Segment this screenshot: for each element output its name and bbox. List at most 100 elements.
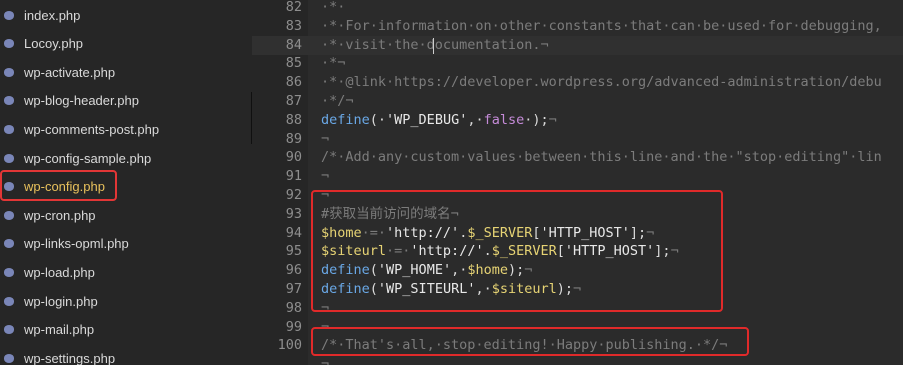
file-label: wp-config-sample.php <box>24 150 152 166</box>
code-line[interactable]: 99 ¬ <box>252 318 903 337</box>
code-token: $_SERVER <box>491 243 557 260</box>
code-line[interactable]: 87 ·*/¬ <box>252 92 903 111</box>
code-token: ); <box>556 281 574 297</box>
code-token: 'http://' <box>386 224 460 241</box>
line-number: 91 <box>285 168 302 185</box>
line-number: 84 <box>285 36 302 53</box>
line-code: ¬ <box>321 186 329 205</box>
code-token: $home <box>467 262 508 279</box>
line-code: ·*·@link·https://developer.wordpress.org… <box>321 73 882 92</box>
line-number: 92 <box>285 187 302 203</box>
file-item[interactable]: wp-cron.php <box>0 201 252 229</box>
code-line[interactable]: 94 $home·=·'http://'.$_SERVER['HTTP_HOST'… <box>252 224 903 243</box>
code-line[interactable]: 100 /*·That's·all,·stop·editing!·Happy·pu… <box>252 336 903 355</box>
line-number: 82 <box>285 0 302 15</box>
code-line[interactable]: 90 /*·Add·any·custom·values·between·this·… <box>252 148 903 167</box>
line-number: 94 <box>285 224 302 241</box>
code-token: ¬ <box>321 356 330 365</box>
php-elephant-icon <box>4 124 14 134</box>
code-line[interactable]: 97 define('WP_SITEURL',·$siteurl);¬ <box>252 280 903 299</box>
line-code: ¬ <box>321 167 329 186</box>
code-token: false <box>483 111 525 128</box>
line-code: define('WP_HOME',·$home);¬ <box>321 261 532 280</box>
file-item[interactable]: wp-login.php <box>0 287 252 315</box>
line-code: ·*¬ <box>321 54 345 73</box>
code-line[interactable]: 85 ·*¬ <box>252 54 903 73</box>
code-token: ·*¬ <box>321 55 346 72</box>
file-item[interactable]: wp-config.php <box>0 173 252 201</box>
file-label: wp-mail.php <box>24 322 95 338</box>
php-elephant-icon <box>4 325 14 335</box>
line-number: 85 <box>285 55 302 72</box>
line-code: ¬ <box>321 318 329 337</box>
line-number: 87 <box>285 93 302 109</box>
code-token: ¬ <box>321 318 330 335</box>
php-elephant-icon <box>4 210 14 220</box>
code-line[interactable]: 84 ·*·visit·the·documentation.¬ <box>252 35 903 55</box>
file-item[interactable]: wp-blog-header.php <box>0 87 252 115</box>
file-item[interactable]: wp-settings.php <box>0 344 252 365</box>
file-item[interactable]: wp-load.php <box>0 258 252 286</box>
code-token: ·); <box>524 111 549 128</box>
file-item[interactable]: wp-comments-post.php <box>0 115 252 143</box>
code-token: /*·That's·all,·stop·editing!·Happy·publi… <box>321 337 728 354</box>
code-line[interactable]: 92 ¬ <box>252 186 903 205</box>
code-line[interactable]: 88 define(·'WP_DEBUG',·false·);¬ <box>252 111 903 130</box>
line-code: ¬ <box>321 355 329 365</box>
code-line[interactable]: 93 #获取当前访问的域名¬ <box>252 205 903 224</box>
code-editor[interactable]: 82 ·*· 83 ·*·For·information·on·other·const… <box>252 0 903 365</box>
code-line[interactable]: 82 ·*· <box>252 0 903 17</box>
code-line[interactable]: 86 ·*·@link·https://developer.wordpress.o… <box>252 73 903 92</box>
code-token: 'HTTP_HOST' <box>564 243 655 260</box>
code-token: ¬ <box>321 299 330 316</box>
file-item[interactable]: wp-mail.php <box>0 316 252 344</box>
code-token: ¬ <box>321 187 330 203</box>
file-item[interactable]: wp-activate.php <box>0 58 252 86</box>
line-code: ·*· <box>321 0 345 17</box>
code-token: $_SERVER <box>467 224 533 241</box>
code-token: ·*· <box>321 0 346 15</box>
code-token: [ <box>556 243 565 260</box>
code-line[interactable]: 95 $siteurl·=·'http://'.$_SERVER['HTTP_HO… <box>252 242 903 261</box>
code-token: $siteurl <box>491 281 557 297</box>
line-code: ¬ <box>321 299 329 318</box>
file-label: wp-login.php <box>24 293 98 309</box>
code-line[interactable]: ¬ <box>252 355 903 365</box>
php-elephant-icon <box>4 239 14 249</box>
php-elephant-icon <box>4 153 14 163</box>
file-item[interactable]: index.php <box>0 1 252 29</box>
line-code: $home·=·'http://'.$_SERVER['HTTP_HOST'];… <box>321 224 654 243</box>
line-number: 95 <box>285 243 302 260</box>
code-token: ]; <box>654 243 671 260</box>
line-code: ¬ <box>321 130 329 149</box>
code-line[interactable]: 96 define('WP_HOME',·$home);¬ <box>252 261 903 280</box>
php-elephant-icon <box>4 182 14 192</box>
file-label: wp-load.php <box>24 264 95 280</box>
code-token: ¬ <box>670 243 679 260</box>
code-token: [ <box>532 224 541 241</box>
code-token: /*·Add·any·custom·values·between·this·li… <box>321 149 882 166</box>
file-label: wp-links-opml.php <box>24 236 129 252</box>
file-item[interactable]: wp-config-sample.php <box>0 144 252 172</box>
code-token: ]; <box>629 224 647 241</box>
line-number: 86 <box>285 74 302 91</box>
file-item[interactable]: wp-links-opml.php <box>0 230 252 258</box>
code-token: ,· <box>467 111 484 128</box>
code-token: ¬ <box>321 168 330 185</box>
php-elephant-icon <box>4 296 14 306</box>
code-token: define <box>321 262 370 279</box>
code-token: ¬ <box>321 130 330 147</box>
code-line[interactable]: 89 ¬ <box>252 130 903 149</box>
code-token: ( <box>369 281 378 297</box>
code-token: ¬ <box>646 224 655 241</box>
code-line[interactable]: 83 ·*·For·information·on·other·constants·… <box>252 17 903 36</box>
file-label: wp-cron.php <box>24 207 96 223</box>
line-number: 96 <box>285 262 302 279</box>
file-item[interactable]: Locoy.php <box>0 30 252 58</box>
code-line[interactable]: 91 ¬ <box>252 167 903 186</box>
line-code: define(·'WP_DEBUG',·false·);¬ <box>321 111 557 130</box>
file-label: wp-activate.php <box>24 64 116 80</box>
code-line[interactable]: 98 ¬ <box>252 299 903 318</box>
code-token: (· <box>369 111 387 128</box>
code-token: $siteurl <box>321 243 387 260</box>
